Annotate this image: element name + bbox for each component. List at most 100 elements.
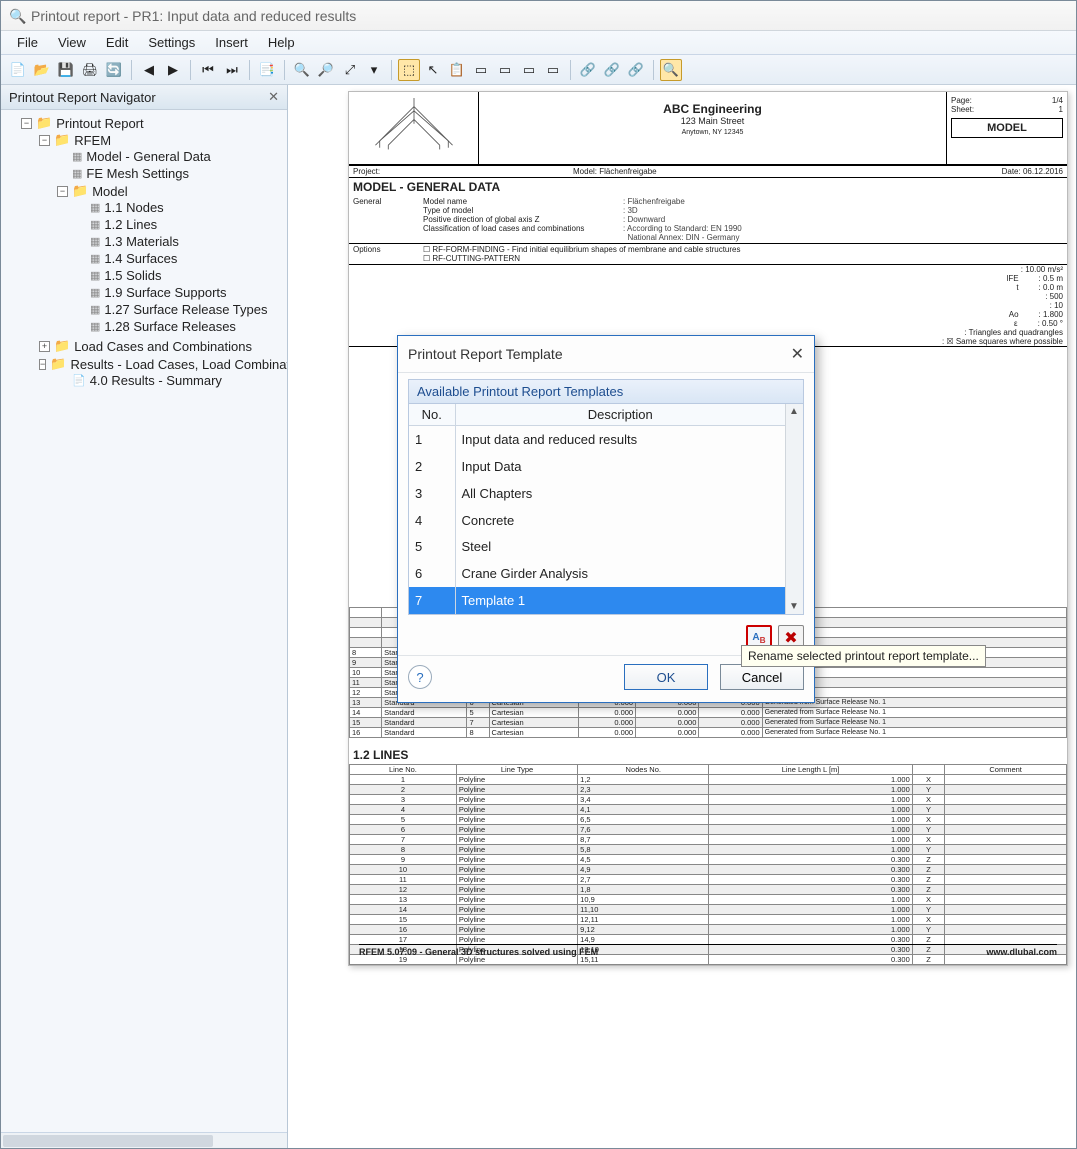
sheet1-icon: ▭	[475, 62, 487, 78]
find-button[interactable]: 🔍	[660, 59, 682, 81]
zoom-out-button[interactable]: 🔎	[315, 59, 337, 81]
nav-first-button[interactable]: ◀	[138, 59, 160, 81]
sheet1-button[interactable]: ▭	[470, 59, 492, 81]
template-row[interactable]: 2Input Data	[409, 453, 785, 480]
tree-item[interactable]: Model - General Data	[86, 149, 210, 164]
menu-bar: FileViewEditSettingsInsertHelp	[1, 31, 1076, 55]
zoom-drop-icon: ▾	[371, 62, 378, 78]
link1-icon: 🔗	[580, 62, 596, 78]
tree-item[interactable]: 4.0 Results - Summary	[90, 373, 222, 388]
navigator-hscroll[interactable]	[1, 1132, 287, 1148]
template-scrollbar[interactable]	[785, 404, 803, 614]
save-button[interactable]: 💾	[55, 59, 77, 81]
tree-root[interactable]: Printout Report	[56, 116, 143, 131]
dialog-group-title: Available Printout Report Templates	[409, 380, 803, 404]
date-label: Date:	[1002, 167, 1021, 176]
template-row[interactable]: 3All Chapters	[409, 480, 785, 507]
new-button[interactable]: 📄	[7, 59, 29, 81]
print-button[interactable]: 🖨	[79, 59, 101, 81]
new-icon: 📄	[10, 62, 26, 78]
zoom-fit-icon: ⤢	[345, 62, 355, 78]
menu-insert[interactable]: Insert	[207, 33, 256, 52]
nav-back-button[interactable]: ⏮	[197, 59, 219, 81]
nav-first-icon: ◀	[144, 62, 154, 78]
print-icon: 🖨	[82, 62, 99, 78]
nav-next-icon: ⏭	[226, 62, 238, 78]
cursor-button[interactable]: ↖	[422, 59, 444, 81]
open-icon: 📂	[34, 62, 50, 78]
menu-help[interactable]: Help	[260, 33, 303, 52]
report-logo	[349, 92, 479, 164]
tree-item[interactable]: 1.1 Nodes	[104, 200, 163, 215]
options-label: Options	[353, 245, 423, 263]
app-icon: 🔍	[9, 8, 25, 24]
sheet2-button[interactable]: ▭	[494, 59, 516, 81]
template-row[interactable]: 1Input data and reduced results	[409, 426, 785, 453]
find-icon: 🔍	[663, 62, 679, 78]
toolbar: 📄 📂 💾 🖨 🔄 ◀ ▶ ⏮ ⏭ 📑 🔍 🔎 ⤢ ▾ ⬚ ↖ 📋 ▭ ▭ ▭ ▭ 🔗 🔗 🔗 🔍	[1, 55, 1076, 85]
tree-model[interactable]: Model	[92, 184, 127, 199]
rename-icon: AB	[752, 632, 765, 645]
company-addr1: 123 Main Street	[681, 116, 745, 126]
nav-prev-button[interactable]: ▶	[162, 59, 184, 81]
template-row[interactable]: 6Crane Girder Analysis	[409, 560, 785, 587]
dialog-title: Printout Report Template	[408, 346, 563, 362]
general-label: General	[353, 197, 423, 242]
title-bar: 🔍 Printout report - PR1: Input data and …	[1, 1, 1076, 31]
tree-item[interactable]: 1.2 Lines	[104, 217, 157, 232]
page-button[interactable]: 📑	[256, 59, 278, 81]
template-row[interactable]: 7Template 1	[409, 587, 785, 614]
navigator-tree[interactable]: −📁Printout Report −📁RFEM ▦Model - Genera…	[1, 110, 287, 1132]
select-arrow-icon: ⬚	[403, 62, 415, 78]
link2-button[interactable]: 🔗	[601, 59, 623, 81]
template-row[interactable]: 4Concrete	[409, 507, 785, 534]
help-button[interactable]: ?	[408, 665, 432, 689]
refresh-button[interactable]: 🔄	[103, 59, 125, 81]
nav-next-button[interactable]: ⏭	[221, 59, 243, 81]
open-button[interactable]: 📂	[31, 59, 53, 81]
select-arrow-button[interactable]: ⬚	[398, 59, 420, 81]
refresh-icon: 🔄	[106, 62, 122, 78]
menu-settings[interactable]: Settings	[140, 33, 203, 52]
tree-rfem[interactable]: RFEM	[74, 133, 111, 148]
zoom-drop-button[interactable]: ▾	[363, 59, 385, 81]
dialog-close-icon[interactable]: ✕	[791, 344, 804, 364]
menu-edit[interactable]: Edit	[98, 33, 136, 52]
menu-file[interactable]: File	[9, 33, 46, 52]
link1-button[interactable]: 🔗	[577, 59, 599, 81]
sheet4-button[interactable]: ▭	[542, 59, 564, 81]
tree-results[interactable]: Results - Load Cases, Load Combinations	[70, 357, 287, 372]
tree-item[interactable]: 1.4 Surfaces	[104, 251, 177, 266]
tree-item[interactable]: FE Mesh Settings	[86, 166, 189, 181]
page-icon: 📑	[259, 62, 275, 78]
section-lines: 1.2 LINES	[349, 746, 1067, 764]
rename-tooltip: Rename selected printout report template…	[741, 645, 986, 667]
cancel-button[interactable]: Cancel	[720, 664, 804, 690]
tree-item[interactable]: 1.3 Materials	[104, 234, 178, 249]
copy-button[interactable]: 📋	[446, 59, 468, 81]
link2-icon: 🔗	[604, 62, 620, 78]
zoom-in-button[interactable]: 🔍	[291, 59, 313, 81]
template-row[interactable]: 5Steel	[409, 533, 785, 560]
template-list[interactable]: No. Description 1Input data and reduced …	[409, 404, 785, 614]
sheet2-icon: ▭	[499, 62, 511, 78]
date-value: 06.12.2016	[1023, 167, 1063, 176]
tree-item[interactable]: 1.9 Surface Supports	[104, 285, 226, 300]
ok-button[interactable]: OK	[624, 664, 708, 690]
sheet3-icon: ▭	[523, 62, 535, 78]
link3-icon: 🔗	[628, 62, 644, 78]
tent-icon	[369, 98, 459, 158]
menu-view[interactable]: View	[50, 33, 94, 52]
navigator-close-icon[interactable]: ✕	[268, 89, 279, 105]
cursor-icon: ↖	[428, 62, 439, 78]
sheet3-button[interactable]: ▭	[518, 59, 540, 81]
tree-item[interactable]: 1.27 Surface Release Types	[104, 302, 267, 317]
company-name: ABC Engineering	[663, 102, 762, 116]
link3-button[interactable]: 🔗	[625, 59, 647, 81]
tree-loadcases[interactable]: Load Cases and Combinations	[74, 339, 252, 354]
zoom-fit-button[interactable]: ⤢	[339, 59, 361, 81]
tree-item[interactable]: 1.28 Surface Releases	[104, 319, 236, 334]
nav-back-icon: ⏮	[202, 62, 214, 78]
zoom-in-icon: 🔍	[294, 62, 310, 78]
tree-item[interactable]: 1.5 Solids	[104, 268, 161, 283]
